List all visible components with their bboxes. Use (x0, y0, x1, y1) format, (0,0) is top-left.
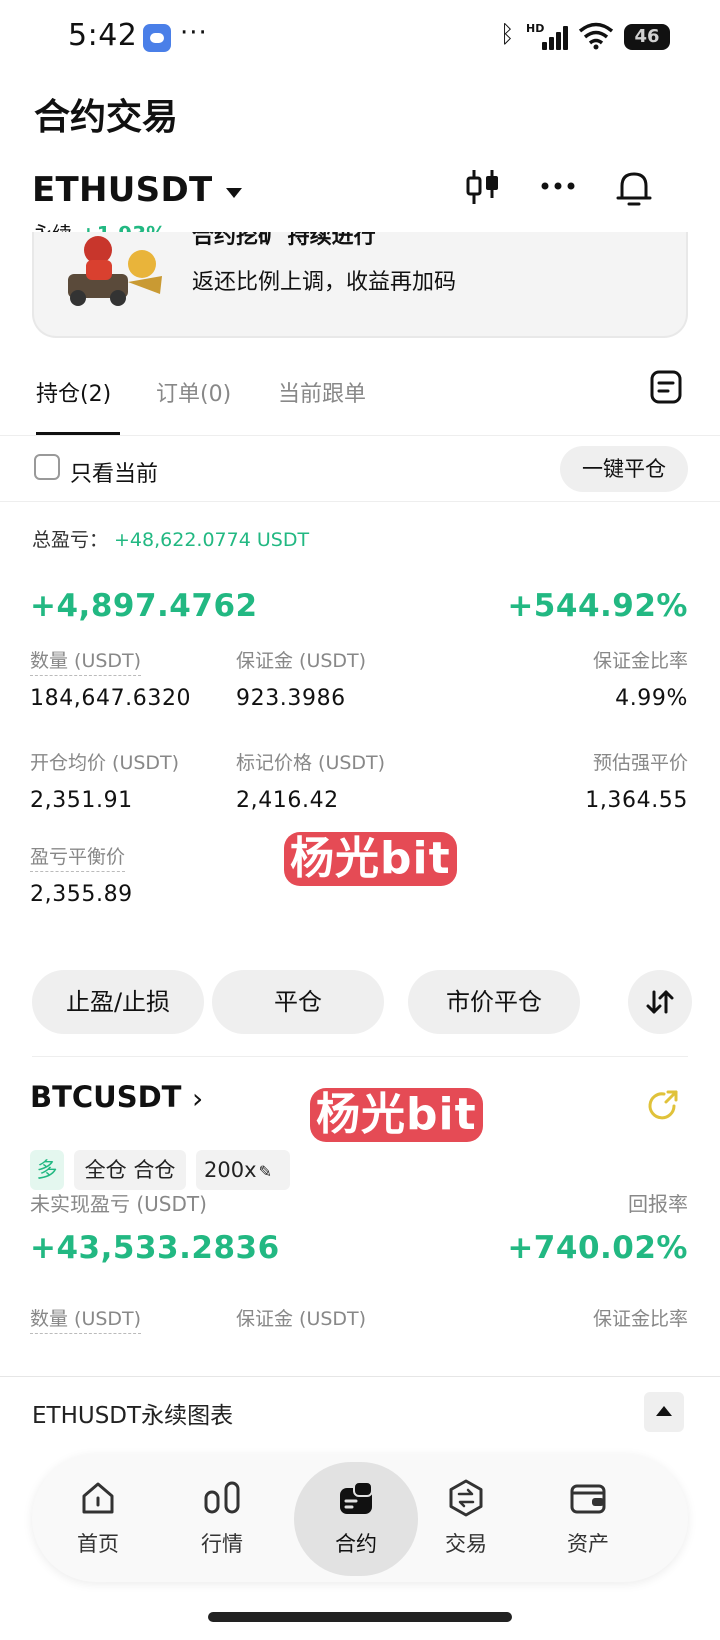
leverage-value: 200x (204, 1158, 257, 1182)
bottom-navigation: 首页 行情 合约 交易 资产 (32, 1454, 688, 1582)
nav-market[interactable]: 行情 (162, 1454, 282, 1582)
btc-roe-label: 回报率 (628, 1192, 688, 1216)
trade-icon (449, 1479, 483, 1517)
total-pnl: 总盈亏： +48,622.0774 USDT (32, 525, 309, 552)
eth-entry-price-value: 2,351.91 (30, 788, 133, 813)
only-current-checkbox[interactable] (34, 454, 60, 480)
futures-icon (340, 1481, 373, 1514)
wallet-icon (570, 1484, 606, 1514)
eth-breakeven-label[interactable]: 盈亏平衡价 (30, 842, 126, 872)
btc-margin-ratio-label: 保证金比率 (592, 1308, 688, 1330)
mascot-image (68, 236, 162, 306)
eth-margin-ratio-label: 保证金比率 (592, 650, 688, 672)
banner-subtitle: 返还比例上调，收益再加码 (192, 270, 457, 295)
candlestick-chart-icon[interactable] (466, 168, 500, 206)
close-all-button[interactable]: 一键平仓 (560, 446, 688, 492)
close-position-button[interactable]: 平仓 (212, 970, 384, 1034)
eth-size-value: 184,647.6320 (30, 686, 192, 711)
btc-roe: +740.02% (507, 1230, 688, 1266)
nav-assets[interactable]: 资产 (528, 1454, 648, 1582)
market-close-button[interactable]: 市价平仓 (408, 970, 580, 1034)
filter-row: 只看当前 一键平仓 (0, 440, 720, 502)
home-icon (82, 1482, 114, 1514)
status-time: 5:42 (68, 18, 138, 53)
page-title: 合约交易 (34, 97, 179, 138)
btc-size-label[interactable]: 数量 (USDT) (30, 1304, 142, 1334)
eth-liq-price-label: 预估强平价 (592, 752, 688, 774)
margin-mode-tag: 全仓 合仓 (74, 1150, 186, 1190)
eth-entry-price-label: 开仓均价 (USDT) (30, 752, 180, 774)
eth-roe: +544.92% (507, 588, 688, 624)
share-icon[interactable] (646, 1088, 680, 1122)
nav-futures-label: 合约 (335, 1532, 377, 1556)
reverse-position-button[interactable] (628, 970, 692, 1034)
swap-arrows-icon (646, 990, 674, 1014)
symbol-name: ETHUSDT (32, 170, 213, 210)
tab-copy-trading[interactable]: 当前跟单 (278, 376, 366, 408)
eth-size-label[interactable]: 数量 (USDT) (30, 646, 142, 676)
nav-market-label: 行情 (201, 1532, 243, 1556)
eth-unrealized-pnl: +4,897.4762 (30, 588, 258, 624)
btc-upnl-label: 未实现盈亏 (USDT) (30, 1192, 207, 1216)
eth-margin-value: 923.3986 (236, 686, 346, 711)
edit-pencil-icon: ✎ (258, 1162, 272, 1181)
wifi-icon (578, 22, 614, 50)
watermark: 杨光bit (284, 832, 457, 886)
tab-orders[interactable]: 订单(0) (156, 376, 231, 408)
eth-liq-price-value: 1,364.55 (585, 788, 688, 813)
watermark: 杨光bit (310, 1088, 483, 1142)
eth-breakeven-value: 2,355.89 (30, 882, 133, 907)
notification-bell-icon[interactable] (614, 168, 654, 208)
nav-trade-label: 交易 (445, 1532, 487, 1556)
status-more-dots: ··· (180, 18, 208, 48)
eth-margin-label: 保证金 (USDT) (236, 650, 367, 672)
total-pnl-label: 总盈亏： (32, 529, 109, 551)
card-divider (32, 1056, 688, 1057)
banner-title: 合约挖矿 持续进行 (192, 232, 376, 249)
order-history-icon[interactable] (650, 370, 682, 404)
nav-home-label: 首页 (77, 1532, 119, 1556)
battery-indicator: 46 (624, 24, 670, 50)
chevron-right-icon[interactable]: › (192, 1082, 203, 1115)
nav-assets-label: 资产 (567, 1532, 609, 1556)
only-current-label: 只看当前 (70, 462, 159, 487)
btc-unrealized-pnl: +43,533.2836 (30, 1230, 280, 1266)
position-tabs: 持仓(2) 订单(0) 当前跟单 (0, 362, 720, 436)
btc-symbol[interactable]: BTCUSDT (30, 1080, 181, 1114)
eth-mark-price-value: 2,416.42 (236, 788, 339, 813)
app-notification-icon (143, 24, 171, 52)
bluetooth-icon: ᛒ (500, 20, 515, 48)
chart-panel-title[interactable]: ETHUSDT永续图表 (32, 1396, 233, 1430)
chevron-down-icon (226, 187, 243, 198)
tab-active-indicator (36, 432, 120, 435)
tab-positions[interactable]: 持仓(2) (36, 376, 111, 408)
btc-margin-label: 保证金 (USDT) (236, 1308, 367, 1330)
eth-margin-ratio-value: 4.99% (615, 686, 688, 711)
nav-trade[interactable]: 交易 (406, 1454, 526, 1582)
expand-chart-button[interactable] (644, 1392, 684, 1432)
more-options-icon[interactable] (540, 168, 576, 206)
signal-icon (540, 22, 570, 50)
direction-tag: 多 (30, 1150, 64, 1190)
leverage-tag[interactable]: 200x ✎ (196, 1150, 290, 1190)
nav-futures[interactable]: 合约 (296, 1454, 416, 1582)
symbol-selector[interactable]: ETHUSDT (32, 170, 243, 210)
total-pnl-value: +48,622.0774 USDT (114, 529, 310, 551)
eth-mark-price-label: 标记价格 (USDT) (236, 752, 386, 774)
promo-banner[interactable]: 合约挖矿 持续进行 返还比例上调，收益再加码 (32, 232, 688, 338)
nav-home[interactable]: 首页 (38, 1454, 158, 1582)
market-icon (204, 1481, 240, 1514)
tp-sl-button[interactable]: 止盈/止损 (32, 970, 204, 1034)
home-indicator[interactable] (208, 1612, 512, 1622)
status-bar: 5:42 ··· ᛒ HD 46 (0, 0, 720, 80)
